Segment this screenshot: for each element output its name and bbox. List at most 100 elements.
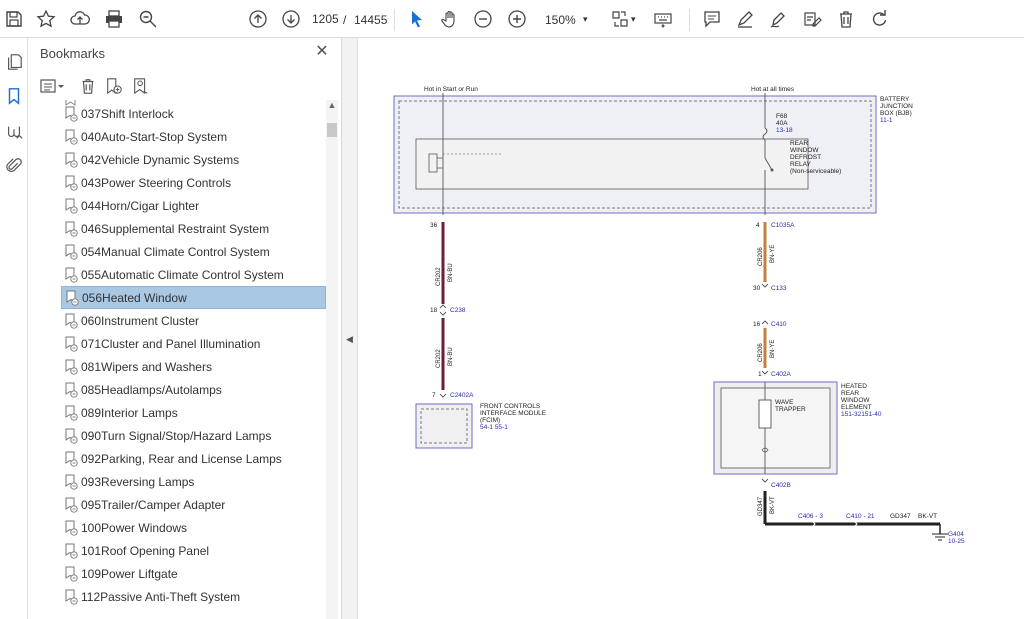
connector-c238[interactable]: C238 xyxy=(450,307,466,314)
ground-ref[interactable]: 10-25 xyxy=(948,538,965,545)
bookmark-item[interactable]: 071Cluster and Panel Illumination xyxy=(61,332,326,355)
edit-text-icon[interactable] xyxy=(800,7,824,31)
bookmark-label: 071Cluster and Panel Illumination xyxy=(81,336,261,351)
bookmark-item[interactable]: 060Instrument Cluster xyxy=(61,309,326,332)
hrw-label-4: ELEMENT xyxy=(841,404,872,411)
new-bookmark-icon[interactable] xyxy=(103,76,125,96)
scrollbar-thumb[interactable] xyxy=(327,123,337,137)
connector-c406[interactable]: C406 - 3 xyxy=(798,513,823,520)
hrw-label-1: HEATED xyxy=(841,383,867,390)
bookmark-page-icon xyxy=(65,129,78,145)
bookmark-item[interactable]: 100Power Windows xyxy=(61,516,326,539)
rotate-redo-icon[interactable] xyxy=(867,7,891,31)
bookmark-label: 095Trailer/Camper Adapter xyxy=(81,497,226,512)
bookmark-label: 056Heated Window xyxy=(82,290,187,305)
bookmark-label: 090Turn Signal/Stop/Hazard Lamps xyxy=(81,428,272,443)
next-page-icon[interactable] xyxy=(279,7,303,31)
keyboard-icon[interactable] xyxy=(651,7,675,31)
fcim-ref[interactable]: 54-1 55-1 xyxy=(480,424,508,431)
page-number-input[interactable] xyxy=(312,9,338,29)
connector-c1035a[interactable]: C1035A xyxy=(771,222,795,229)
hrw-ref[interactable]: 151-32151-40 xyxy=(841,411,882,418)
connector-c2402a[interactable]: C2402A xyxy=(450,392,474,399)
hand-tool-icon[interactable] xyxy=(438,7,462,31)
attachments-link-icon[interactable] xyxy=(4,122,24,142)
zoom-level-select[interactable]: 150% xyxy=(545,13,576,27)
bookmark-page-icon xyxy=(65,520,78,536)
connector-c410-21[interactable]: C410 - 21 xyxy=(846,513,875,520)
bookmark-item[interactable]: 092Parking, Rear and License Lamps xyxy=(61,447,326,470)
bookmark-item[interactable]: 037Shift Interlock xyxy=(61,102,326,125)
star-icon[interactable] xyxy=(34,7,58,31)
document-view[interactable]: Hot in Start or Run Hot at all times BAT… xyxy=(358,38,1024,619)
bookmark-item[interactable]: 089Interior Lamps xyxy=(61,401,326,424)
bookmark-item[interactable]: 112Passive Anti-Theft System xyxy=(61,585,326,608)
pages-icon[interactable] xyxy=(4,52,24,72)
connector-c133[interactable]: C133 xyxy=(771,285,787,292)
ground-name[interactable]: G404 xyxy=(948,531,964,538)
collapse-arrow-icon[interactable]: ◀ xyxy=(346,334,353,345)
bookmark-item[interactable]: 054Manual Climate Control System xyxy=(61,240,326,263)
pin-4: 4 xyxy=(756,222,760,229)
bookmark-item[interactable]: 085Headlamps/Autolamps xyxy=(61,378,326,401)
print-icon[interactable] xyxy=(102,7,126,31)
wire-cr202-label: CR202 xyxy=(436,267,442,286)
close-icon[interactable]: ✕ xyxy=(314,44,330,60)
bookmark-page-icon xyxy=(65,382,78,398)
draw-icon[interactable] xyxy=(766,7,790,31)
left-navigation-rail xyxy=(0,38,28,619)
connector-c410[interactable]: C410 xyxy=(771,321,787,328)
bookmarks-scrollbar[interactable]: ▲ xyxy=(326,100,338,619)
delete-bookmark-icon[interactable] xyxy=(78,76,98,96)
hrw-label-2: REAR xyxy=(841,390,859,397)
bookmark-item[interactable]: 095Trailer/Camper Adapter xyxy=(61,493,326,516)
select-cursor-icon[interactable] xyxy=(405,7,429,31)
bookmark-item[interactable]: 109Power Liftgate xyxy=(61,562,326,585)
hot-start-run-label: Hot in Start or Run xyxy=(424,86,478,93)
connector-c402a[interactable]: C402A xyxy=(771,371,792,378)
scroll-up-icon[interactable]: ▲ xyxy=(326,100,338,112)
main-toolbar: / 14455 150% ▾ ▾ xyxy=(0,0,1024,38)
bookmark-page-icon xyxy=(65,497,78,513)
bookmark-item[interactable]: 093Reversing Lamps xyxy=(61,470,326,493)
connector-c402b[interactable]: C402B xyxy=(771,482,791,489)
bookmark-page-icon xyxy=(65,474,78,490)
fuse-name: F68 xyxy=(776,113,788,120)
zoom-in-icon[interactable] xyxy=(505,7,529,31)
panel-collapse-handle[interactable]: ◀ xyxy=(342,38,358,619)
bookmark-item[interactable]: 040Auto-Start-Stop System xyxy=(61,125,326,148)
bookmark-item[interactable]: 081Wipers and Washers xyxy=(61,355,326,378)
delete-icon[interactable] xyxy=(834,7,858,31)
chevron-down-icon[interactable]: ▾ xyxy=(583,14,588,25)
bookmark-page-icon xyxy=(65,267,78,283)
cloud-upload-icon[interactable] xyxy=(68,7,92,31)
bookmark-label: 109Power Liftgate xyxy=(81,566,178,581)
bookmark-label: 093Reversing Lamps xyxy=(81,474,195,489)
bookmark-item[interactable]: 044Horn/Cigar Lighter xyxy=(61,194,326,217)
bookmark-item[interactable]: 043Power Steering Controls xyxy=(61,171,326,194)
bookmark-item[interactable]: 056Heated Window xyxy=(61,286,326,309)
relay-label-3: DEFROST xyxy=(790,154,821,161)
fcim-label-2: INTERFACE MODULE xyxy=(480,410,547,417)
bookmark-item[interactable]: 042Vehicle Dynamic Systems xyxy=(61,148,326,171)
zoom-out-icon[interactable] xyxy=(471,7,495,31)
bookmark-search-icon[interactable] xyxy=(130,76,152,96)
bjb-ref[interactable]: 11-1 xyxy=(880,117,893,124)
zoom-search-icon[interactable] xyxy=(136,7,160,31)
chevron-down-icon[interactable]: ▾ xyxy=(631,14,636,25)
bookmark-options-icon[interactable] xyxy=(40,76,66,96)
wire-bnbu-label-lower: BN-BU xyxy=(448,347,454,366)
comment-icon[interactable] xyxy=(700,7,724,31)
paperclip-icon[interactable] xyxy=(4,156,24,176)
save-icon[interactable] xyxy=(2,7,26,31)
bookmark-item[interactable]: 090Turn Signal/Stop/Hazard Lamps xyxy=(61,424,326,447)
fuse-ref[interactable]: 13-18 xyxy=(776,127,793,134)
highlight-pen-icon[interactable] xyxy=(733,7,757,31)
bookmark-icon[interactable] xyxy=(4,86,24,106)
bookmark-item[interactable]: 101Roof Opening Panel xyxy=(61,539,326,562)
wiring-diagram: Hot in Start or Run Hot at all times BAT… xyxy=(393,86,965,545)
page-fit-icon[interactable] xyxy=(608,7,632,31)
previous-page-icon[interactable] xyxy=(246,7,270,31)
bookmark-item[interactable]: 055Automatic Climate Control System xyxy=(61,263,326,286)
bookmark-item[interactable]: 046Supplemental Restraint System xyxy=(61,217,326,240)
